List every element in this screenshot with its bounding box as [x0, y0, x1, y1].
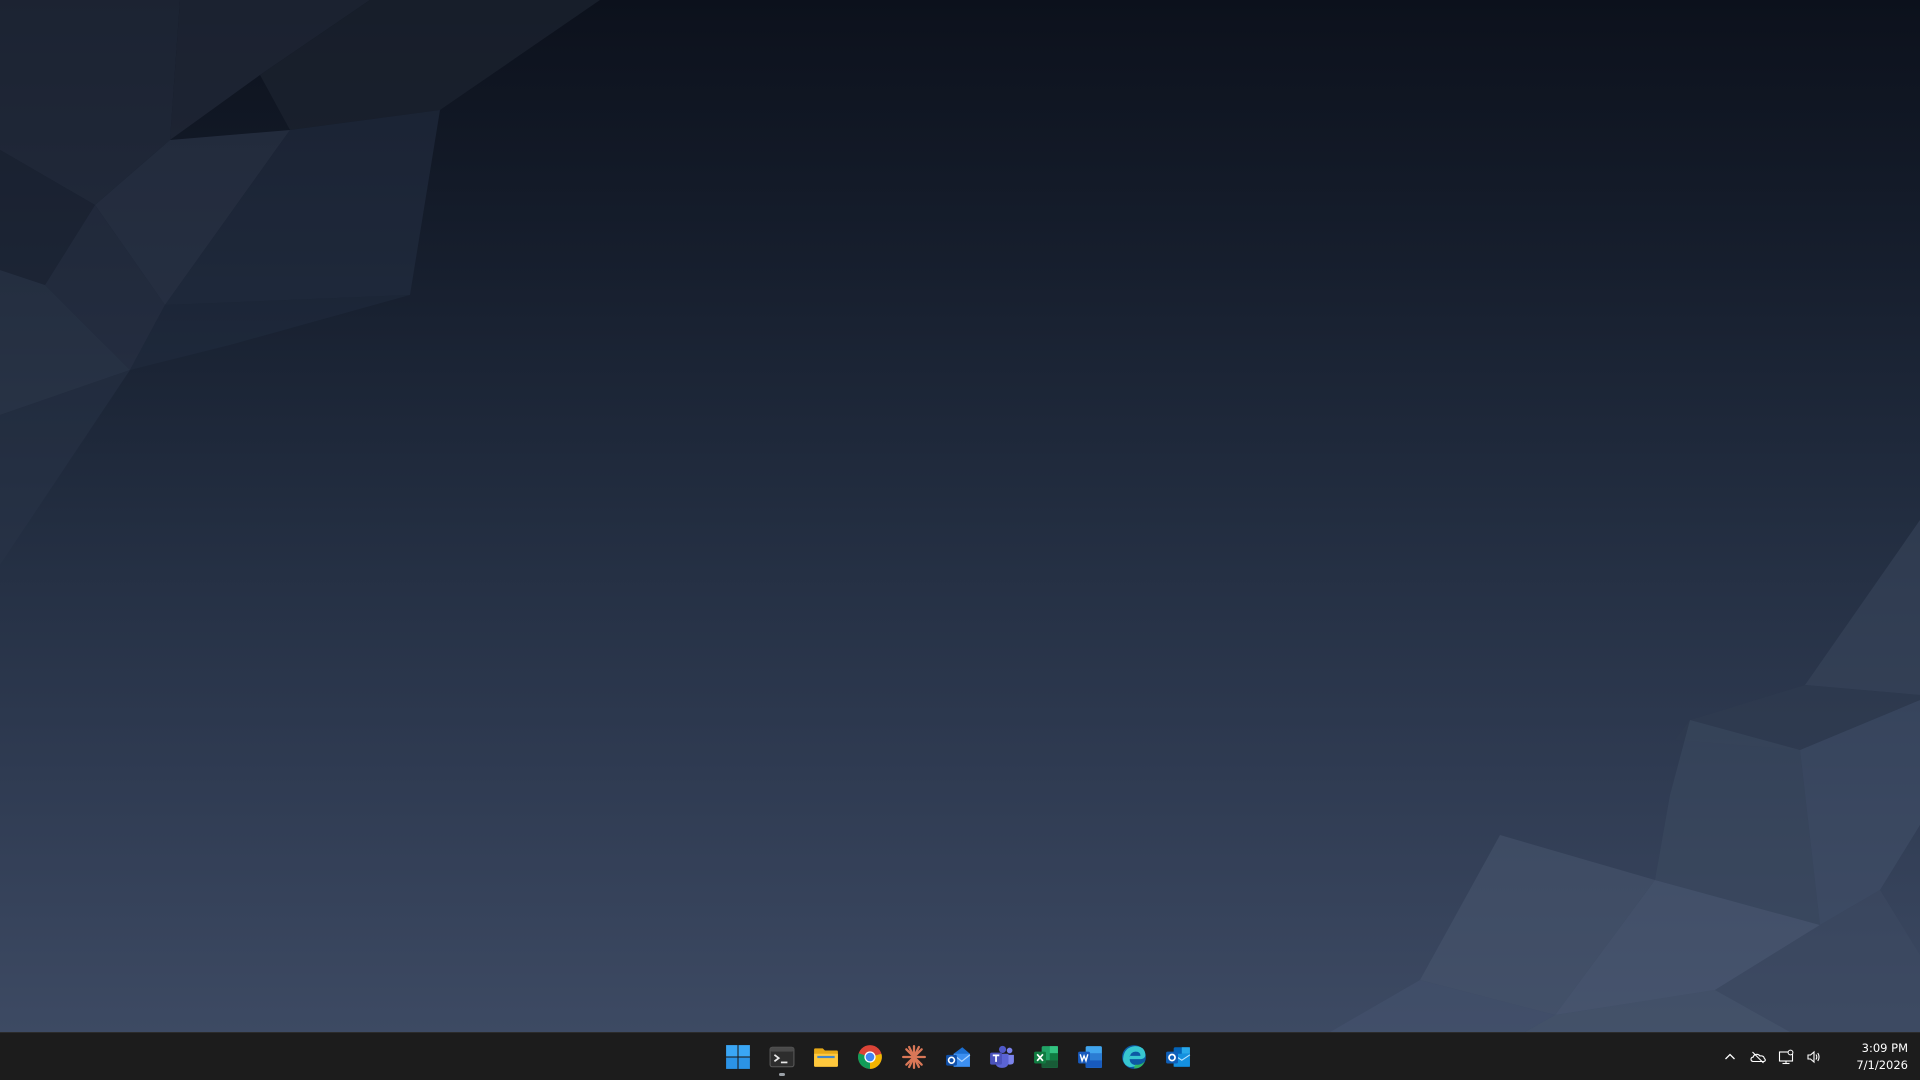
clock-date: 7/1/2026: [1856, 1058, 1908, 1072]
word-taskbar-button[interactable]: [1070, 1037, 1110, 1077]
chevron-up-icon: [1725, 1053, 1735, 1060]
file-explorer-taskbar-button[interactable]: [806, 1037, 846, 1077]
edge-taskbar-button[interactable]: [1114, 1037, 1154, 1077]
windows-start-icon: [726, 1045, 750, 1069]
teams-icon: [990, 1045, 1014, 1068]
claude-sunburst-icon: [902, 1045, 926, 1069]
chrome-taskbar-button[interactable]: [850, 1037, 890, 1077]
volume-icon: [1807, 1050, 1820, 1064]
onedrive-tray-button[interactable]: [1744, 1041, 1772, 1073]
outlook-new-icon: [946, 1047, 971, 1067]
word-icon: [1078, 1046, 1102, 1068]
clock-time: 3:09 PM: [1861, 1041, 1908, 1055]
outlook-new-taskbar-button[interactable]: [938, 1037, 978, 1077]
chrome-icon: [858, 1045, 882, 1069]
folder-icon: [814, 1048, 838, 1067]
network-icon: [1778, 1049, 1794, 1065]
desktop[interactable]: [0, 0, 1920, 1032]
terminal-taskbar-button[interactable]: [762, 1037, 802, 1077]
running-indicator: [779, 1073, 785, 1076]
wallpaper: [0, 0, 1920, 1032]
claude-taskbar-button[interactable]: [894, 1037, 934, 1077]
show-hidden-icons-button[interactable]: [1716, 1041, 1744, 1073]
network-tray-button[interactable]: [1772, 1041, 1800, 1073]
taskbar-apps: [718, 1033, 1202, 1081]
outlook-icon: [1166, 1047, 1191, 1067]
excel-icon: [1034, 1046, 1058, 1068]
clock[interactable]: 3:09 PM 7/1/2026: [1836, 1037, 1908, 1077]
system-tray: 3:09 PM 7/1/2026: [1716, 1033, 1920, 1081]
taskbar: 3:09 PM 7/1/2026: [0, 1032, 1920, 1080]
volume-tray-button[interactable]: [1800, 1041, 1828, 1073]
start-button[interactable]: [718, 1037, 758, 1077]
outlook-taskbar-button[interactable]: [1158, 1037, 1198, 1077]
excel-taskbar-button[interactable]: [1026, 1037, 1066, 1077]
teams-taskbar-button[interactable]: [982, 1037, 1022, 1077]
terminal-icon: [769, 1046, 795, 1068]
onedrive-icon: [1750, 1051, 1766, 1064]
edge-icon: [1122, 1045, 1146, 1069]
